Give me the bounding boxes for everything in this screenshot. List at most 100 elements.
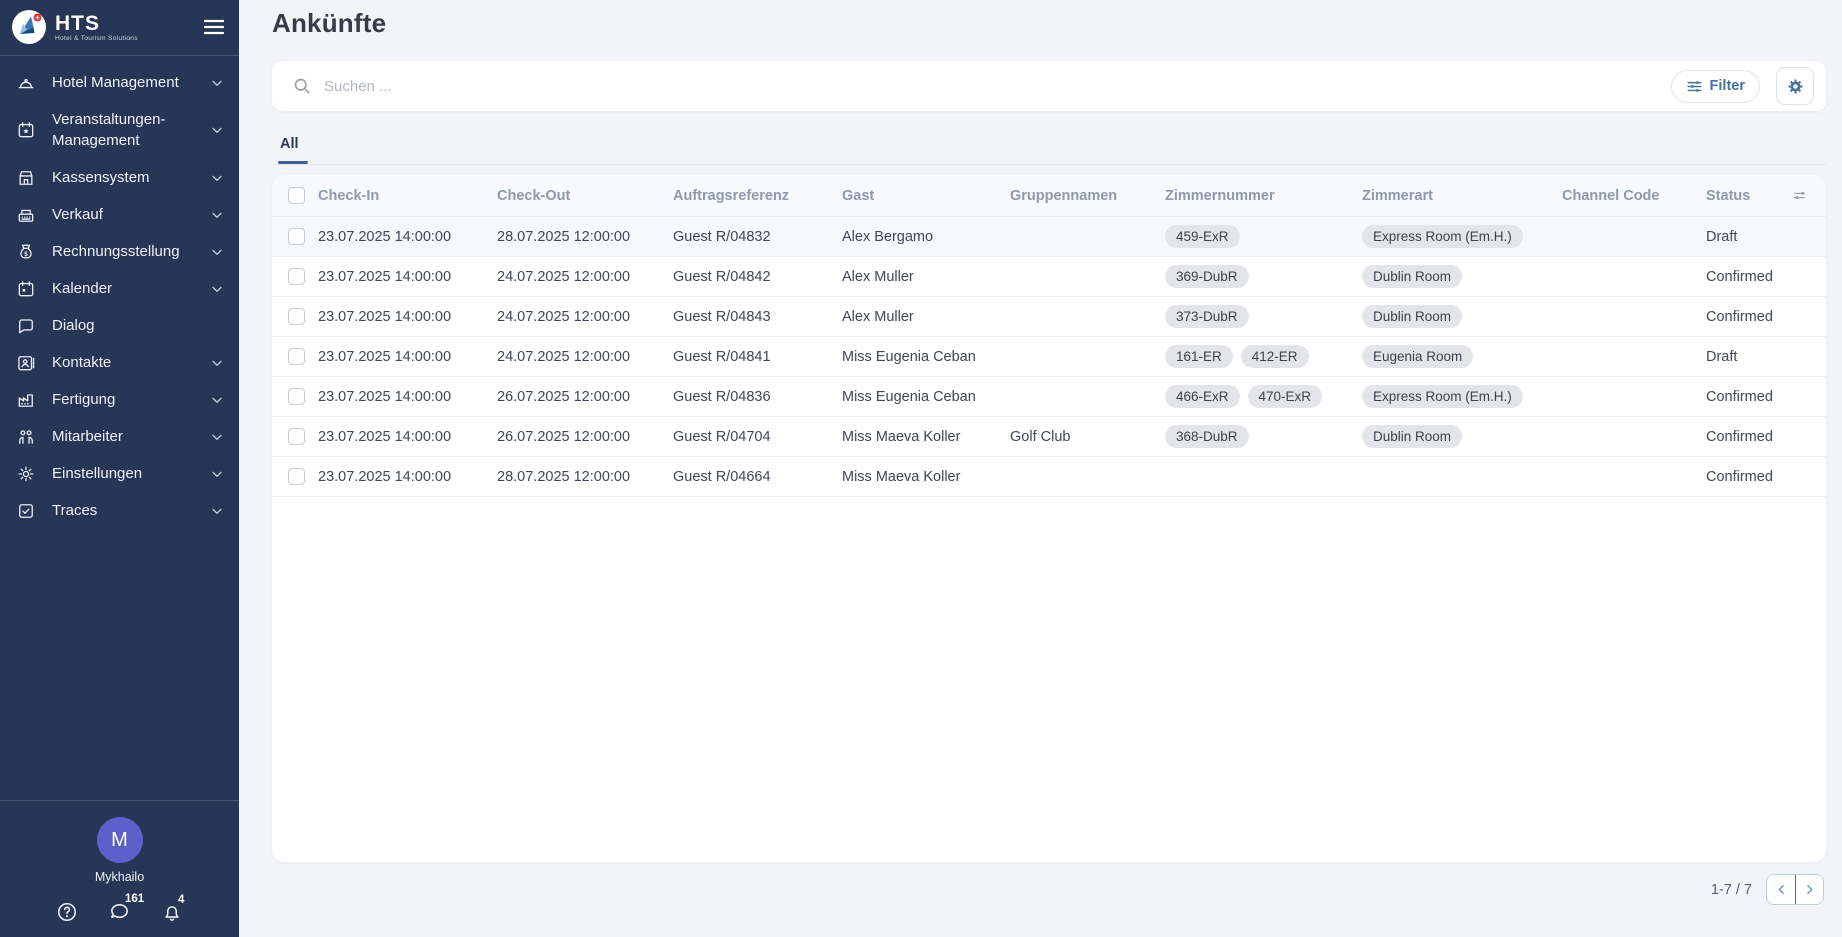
table-row[interactable]: 23.07.2025 14:00:00 28.07.2025 12:00:00 … bbox=[272, 457, 1826, 497]
sidebar-item-verkauf[interactable]: Verkauf bbox=[0, 196, 239, 233]
sidebar-item-rechnungsstellung[interactable]: $ Rechnungsstellung bbox=[0, 233, 239, 270]
sidebar-item-einstellungen[interactable]: Einstellungen bbox=[0, 455, 239, 492]
sidebar-item-label: Hotel Management bbox=[52, 72, 193, 93]
checkbox-check-icon bbox=[16, 501, 36, 521]
cell-zimmernummer: 466-ExR470-ExR bbox=[1165, 385, 1362, 408]
cell-check-out: 24.07.2025 12:00:00 bbox=[497, 269, 673, 285]
cell-auftragsreferenz: Guest R/04842 bbox=[673, 269, 842, 285]
table-row[interactable]: 23.07.2025 14:00:00 24.07.2025 12:00:00 … bbox=[272, 337, 1826, 377]
cell-auftragsreferenz: Guest R/04841 bbox=[673, 349, 842, 365]
cell-zimmernummer: 368-DubR bbox=[1165, 425, 1362, 448]
search-input[interactable] bbox=[324, 78, 1659, 95]
chevron-right-icon bbox=[1802, 882, 1817, 897]
table-row[interactable]: 23.07.2025 14:00:00 24.07.2025 12:00:00 … bbox=[272, 257, 1826, 297]
cell-check-out: 26.07.2025 12:00:00 bbox=[497, 389, 673, 405]
user-name: Mykhailo bbox=[95, 870, 144, 884]
cell-zimmernummer: 161-ER 412-ER bbox=[1165, 345, 1362, 368]
cell-check-in: 23.07.2025 14:00:00 bbox=[318, 269, 497, 285]
table-header-row: Check-In Check-Out Auftragsreferenz Gast… bbox=[272, 175, 1826, 217]
chat-badge: 161 bbox=[125, 893, 144, 905]
room-type-pill: Express Room (Em.H.) bbox=[1362, 385, 1523, 408]
row-checkbox[interactable] bbox=[288, 228, 305, 245]
sidebar-item-label: Fertigung bbox=[52, 389, 193, 410]
room-type-pill: Eugenia Room bbox=[1362, 345, 1473, 368]
cell-status: Confirmed bbox=[1706, 269, 1786, 285]
pagination: 1-7 / 7 bbox=[272, 874, 1826, 905]
avatar[interactable]: M bbox=[97, 817, 143, 863]
room-number-pill: 161-ER bbox=[1165, 345, 1233, 368]
cell-auftragsreferenz: Guest R/04843 bbox=[673, 309, 842, 325]
cell-gruppennamen: Golf Club bbox=[1010, 429, 1165, 445]
table-row[interactable]: 23.07.2025 14:00:00 26.07.2025 12:00:00 … bbox=[272, 417, 1826, 457]
sidebar-item-label: Verkauf bbox=[52, 204, 193, 225]
page-range-label: 1-7 / 7 bbox=[1711, 882, 1752, 898]
sidebar-item-kontakte[interactable]: Kontakte bbox=[0, 344, 239, 381]
col-header-gast: Gast bbox=[842, 188, 1010, 204]
room-type-pill: Dublin Room bbox=[1362, 425, 1462, 448]
col-header-status: Status bbox=[1706, 188, 1786, 204]
cell-check-in: 23.07.2025 14:00:00 bbox=[318, 429, 497, 445]
sidebar-item-kassensystem[interactable]: Kassensystem bbox=[0, 159, 239, 196]
help-icon[interactable] bbox=[56, 901, 78, 923]
row-checkbox[interactable] bbox=[288, 388, 305, 405]
arrivals-table: Check-In Check-Out Auftragsreferenz Gast… bbox=[272, 175, 1826, 862]
filter-button-label: Filter bbox=[1710, 78, 1745, 94]
select-all-checkbox[interactable] bbox=[288, 187, 305, 204]
chevron-down-icon bbox=[209, 122, 225, 138]
hts-logo-icon bbox=[10, 8, 48, 46]
col-header-gruppennamen: Gruppennamen bbox=[1010, 188, 1165, 204]
room-number-pill: 412-ER bbox=[1241, 345, 1309, 368]
cell-status: Confirmed bbox=[1706, 429, 1786, 445]
tab-all-label: All bbox=[280, 136, 299, 152]
row-checkbox[interactable] bbox=[288, 468, 305, 485]
sidebar-menu: Hotel Management Veranstaltungen-Managem… bbox=[0, 56, 239, 529]
chevron-left-icon bbox=[1774, 882, 1789, 897]
column-settings-icon[interactable] bbox=[1786, 187, 1826, 204]
chevron-down-icon bbox=[209, 75, 225, 91]
filter-button[interactable]: Filter bbox=[1671, 70, 1760, 103]
table-body: 23.07.2025 14:00:00 28.07.2025 12:00:00 … bbox=[272, 217, 1826, 497]
sidebar-item-kalender[interactable]: Kalender bbox=[0, 270, 239, 307]
brand-name: HTS bbox=[55, 13, 138, 35]
sidebar-item-label: Einstellungen bbox=[52, 463, 193, 484]
row-checkbox[interactable] bbox=[288, 268, 305, 285]
cell-zimmerart: Dublin Room bbox=[1362, 265, 1562, 288]
next-page-button[interactable] bbox=[1795, 875, 1823, 904]
money-bag-icon: $ bbox=[16, 242, 36, 262]
tab-all[interactable]: All bbox=[272, 136, 301, 164]
page-title: Ankünfte bbox=[272, 8, 1826, 39]
bell-badge: 4 bbox=[178, 894, 184, 906]
sidebar-item-veranstaltungen-management[interactable]: Veranstaltungen-Management bbox=[0, 101, 239, 159]
row-checkbox[interactable] bbox=[288, 348, 305, 365]
sidebar-item-mitarbeiter[interactable]: Mitarbeiter bbox=[0, 418, 239, 455]
row-checkbox[interactable] bbox=[288, 308, 305, 325]
sidebar-item-label: Mitarbeiter bbox=[52, 426, 193, 447]
row-checkbox[interactable] bbox=[288, 428, 305, 445]
logo-text: HTS Hotel & Tourism Solutions bbox=[55, 13, 138, 42]
chat-icon[interactable]: 161 bbox=[108, 900, 131, 923]
table-row[interactable]: 23.07.2025 14:00:00 24.07.2025 12:00:00 … bbox=[272, 297, 1826, 337]
table-row[interactable]: 23.07.2025 14:00:00 26.07.2025 12:00:00 … bbox=[272, 377, 1826, 417]
sidebar-item-label: Traces bbox=[52, 500, 193, 521]
sidebar-item-dialog[interactable]: Dialog bbox=[0, 307, 239, 344]
contact-card-icon bbox=[16, 353, 36, 373]
table-settings-button[interactable] bbox=[1776, 67, 1814, 105]
cell-auftragsreferenz: Guest R/04664 bbox=[673, 469, 842, 485]
hamburger-menu-icon[interactable] bbox=[201, 14, 227, 40]
table-row[interactable]: 23.07.2025 14:00:00 28.07.2025 12:00:00 … bbox=[272, 217, 1826, 257]
cell-check-in: 23.07.2025 14:00:00 bbox=[318, 309, 497, 325]
col-header-auftragsreferenz: Auftragsreferenz bbox=[673, 188, 842, 204]
cell-check-out: 24.07.2025 12:00:00 bbox=[497, 309, 673, 325]
prev-page-button[interactable] bbox=[1767, 875, 1795, 904]
search-icon bbox=[292, 76, 312, 96]
chevron-down-icon bbox=[209, 466, 225, 482]
cell-zimmernummer: 459-ExR bbox=[1165, 225, 1362, 248]
cell-status: Confirmed bbox=[1706, 469, 1786, 485]
sidebar-item-fertigung[interactable]: Fertigung bbox=[0, 381, 239, 418]
app-logo: HTS Hotel & Tourism Solutions bbox=[10, 8, 138, 46]
room-number-pill: 466-ExR bbox=[1165, 385, 1240, 408]
bell-icon[interactable]: 4 bbox=[161, 901, 183, 923]
sidebar-item-hotel-management[interactable]: Hotel Management bbox=[0, 64, 239, 101]
cell-check-in: 23.07.2025 14:00:00 bbox=[318, 389, 497, 405]
sidebar-item-traces[interactable]: Traces bbox=[0, 492, 239, 529]
